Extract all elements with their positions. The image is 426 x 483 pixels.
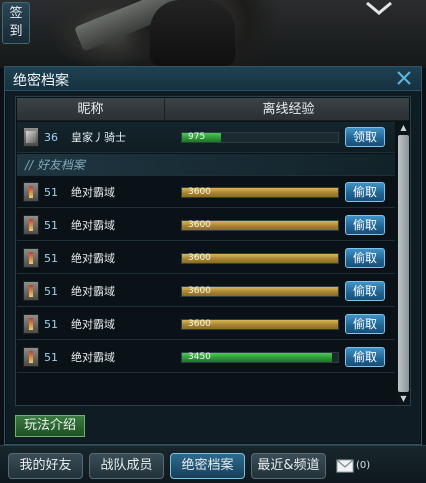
exp-bar: 3450 <box>181 352 339 363</box>
scroll-thumb[interactable] <box>398 135 409 392</box>
close-icon[interactable] <box>395 68 413 88</box>
column-header-offline-exp: 离线经验 <box>262 102 315 117</box>
rank-icon <box>23 314 39 334</box>
friend-name: 绝对霸域 <box>71 285 115 298</box>
friend-row: 51 绝对霸域 3600 偷取 <box>17 276 395 307</box>
exp-value: 3600 <box>188 220 211 230</box>
exp-bar: 3600 <box>181 187 339 198</box>
signin-label: 签 到 <box>9 6 23 39</box>
friend-row: 51 绝对霸域 3600 偷取 <box>17 309 395 340</box>
steal-button[interactable]: 偷取 <box>345 314 385 334</box>
friend-level: 51 <box>44 351 58 364</box>
archive-rows: 36 皇家丿骑士 975 领取 // 好友档案 51 绝对霸域 3600 偷取 51 绝对… <box>17 122 395 405</box>
scroll-down-icon[interactable]: ▼ <box>397 393 410 405</box>
rank-icon <box>23 215 39 235</box>
exp-value: 975 <box>188 132 206 142</box>
table-header: 昵称 离线经验 <box>17 98 409 121</box>
friend-level: 51 <box>44 285 58 298</box>
friends-section-title: // 好友档案 <box>25 158 85 172</box>
exp-bar: 975 <box>181 132 339 143</box>
player-name: 皇家丿骑士 <box>71 131 126 144</box>
chevron-down-icon <box>366 1 392 15</box>
steal-button[interactable]: 偷取 <box>345 248 385 268</box>
steal-button[interactable]: 偷取 <box>345 182 385 202</box>
self-row: 36 皇家丿骑士 975 领取 <box>17 122 395 153</box>
exp-value: 3600 <box>188 187 211 197</box>
steal-button[interactable]: 偷取 <box>345 281 385 301</box>
rank-icon <box>23 248 39 268</box>
steal-button[interactable]: 偷取 <box>345 215 385 235</box>
exp-bar: 3600 <box>181 286 339 297</box>
player-level: 36 <box>44 131 58 144</box>
friend-row: 51 绝对霸域 3600 偷取 <box>17 210 395 241</box>
tab-0[interactable]: 我的好友 <box>8 453 83 479</box>
panel-title: 绝密档案 <box>13 73 69 89</box>
mail-count: (0) <box>356 460 371 471</box>
friend-name: 绝对霸域 <box>71 186 115 199</box>
panel-title-bar: 绝密档案 <box>5 67 421 91</box>
scroll-up-icon[interactable]: ▲ <box>397 122 410 134</box>
character-image <box>150 0 235 66</box>
friend-row: 51 绝对霸域 3600 偷取 <box>17 177 395 208</box>
friends-section-header: // 好友档案 <box>17 154 395 176</box>
tab-3[interactable]: 最近&频道 <box>251 453 326 479</box>
column-header-nickname: 昵称 <box>17 98 165 121</box>
rank-icon <box>23 347 39 367</box>
exp-bar: 3600 <box>181 319 339 330</box>
claim-button[interactable]: 领取 <box>345 127 385 147</box>
friend-row: 51 绝对霸域 3450 偷取 <box>17 342 395 373</box>
signin-button[interactable]: 签 到 <box>2 2 30 44</box>
friend-level: 51 <box>44 219 58 232</box>
secret-archive-panel: 绝密档案 昵称 离线经验 36 皇家丿骑士 975 领取 // 好友档案 51 … <box>4 66 422 445</box>
envelope-icon <box>336 459 354 473</box>
friend-level: 51 <box>44 186 58 199</box>
friend-name: 绝对霸域 <box>71 351 115 364</box>
exp-bar: 3600 <box>181 253 339 264</box>
exp-value: 3600 <box>188 253 211 263</box>
tab-2[interactable]: 绝密档案 <box>170 453 245 479</box>
rank-icon <box>23 127 39 147</box>
friend-name: 绝对霸域 <box>71 252 115 265</box>
friend-level: 51 <box>44 252 58 265</box>
list-scrollbar[interactable]: ▲ ▼ <box>397 122 410 405</box>
archive-list: 昵称 离线经验 36 皇家丿骑士 975 领取 // 好友档案 51 绝对霸域 36… <box>15 96 411 406</box>
friend-row: 51 绝对霸域 3600 偷取 <box>17 243 395 274</box>
exp-bar: 3600 <box>181 220 339 231</box>
friend-name: 绝对霸域 <box>71 219 115 232</box>
exp-value: 3600 <box>188 319 211 329</box>
rank-icon <box>23 281 39 301</box>
bottom-tab-bar: 我的好友 战队成员 绝密档案 最近&频道 (0) <box>0 445 426 483</box>
mail-button[interactable]: (0) <box>336 458 376 474</box>
friend-name: 绝对霸域 <box>71 318 115 331</box>
tab-1[interactable]: 战队成员 <box>89 453 164 479</box>
friend-level: 51 <box>44 318 58 331</box>
steal-button[interactable]: 偷取 <box>345 347 385 367</box>
gameplay-intro-button[interactable]: 玩法介绍 <box>15 415 85 437</box>
exp-value: 3450 <box>188 352 211 362</box>
rank-icon <box>23 182 39 202</box>
exp-value: 3600 <box>188 286 211 296</box>
game-scene-background <box>0 0 426 68</box>
